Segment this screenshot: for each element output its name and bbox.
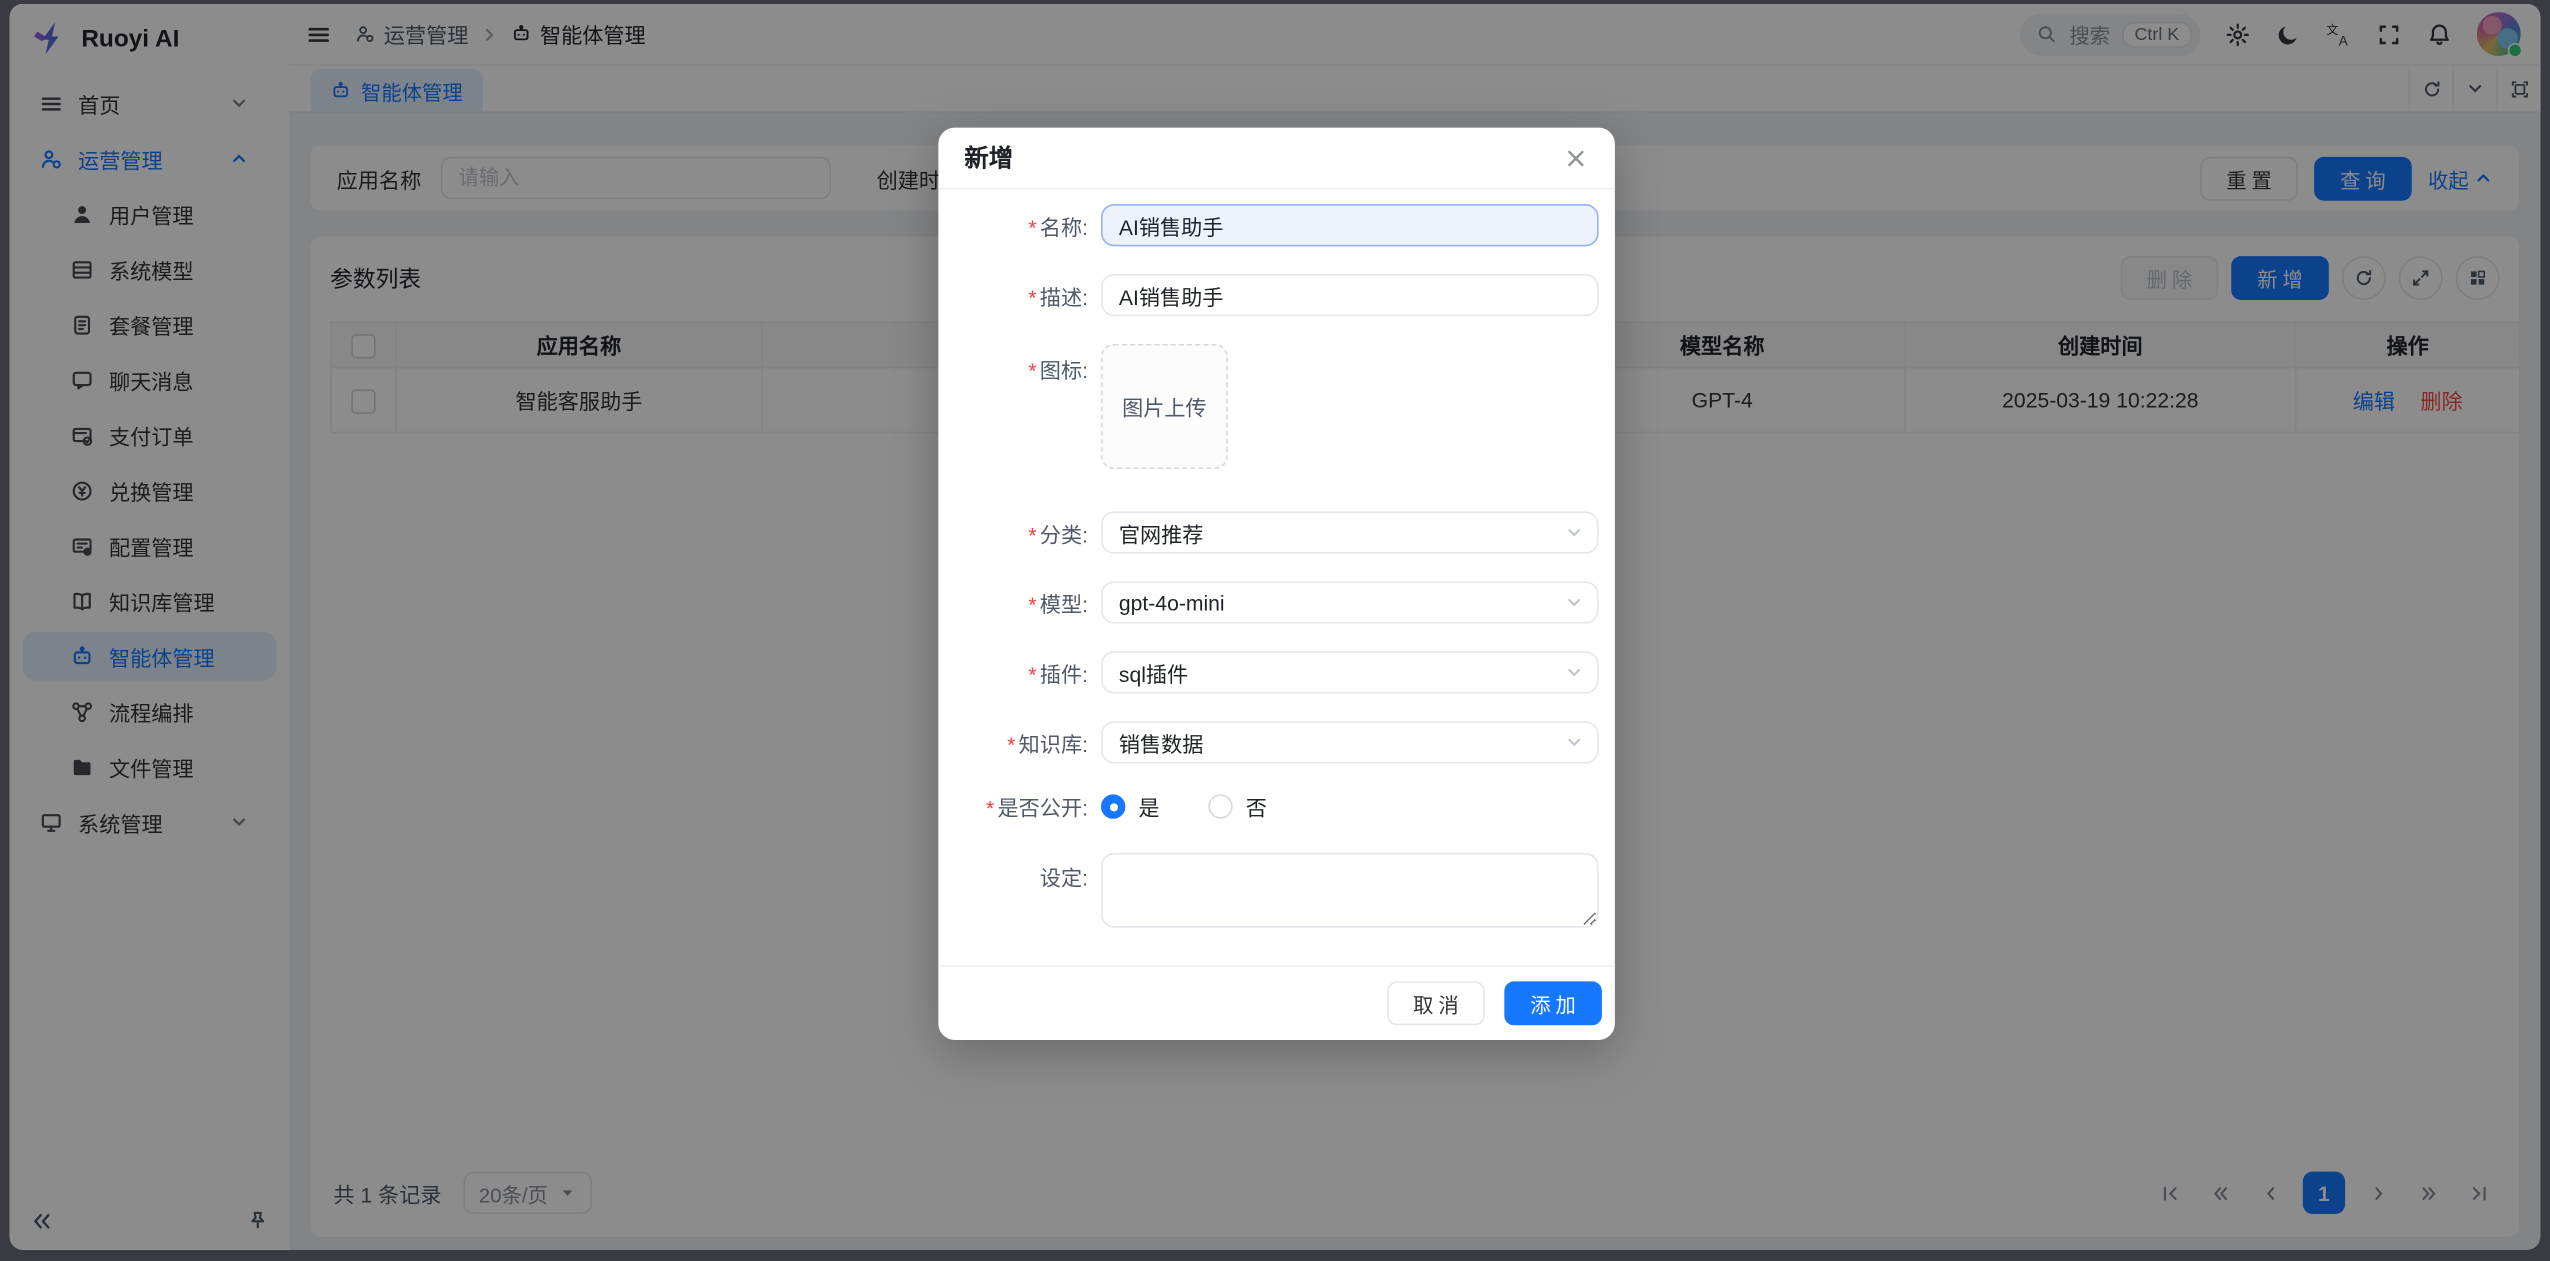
icon-field-row: *图标: 图片上传 [938,344,1598,469]
setting-textarea[interactable] [1101,853,1599,928]
chevron-down-icon [1564,523,1584,543]
cancel-button[interactable]: 取消 [1387,981,1485,1025]
dialog-body: *名称: *描述: *图标: 图片上传 *分类: 官网推荐 [938,189,1615,965]
plugin-select[interactable]: sql插件 [1101,651,1599,693]
upload-text: 图片上传 [1122,391,1207,422]
public-field-row: *是否公开: 是 否 [938,791,1598,822]
name-field-row: *名称: [938,204,1598,246]
name-input[interactable] [1101,204,1599,246]
model-select[interactable]: gpt-4o-mini [1101,581,1599,623]
image-upload-box[interactable]: 图片上传 [1101,344,1228,469]
plugin-label: 插件: [1040,662,1088,686]
chevron-down-icon [1564,733,1584,753]
close-icon[interactable] [1563,145,1589,171]
description-field-row: *描述: [938,274,1598,316]
name-label: 名称: [1040,215,1088,239]
public-yes-label: 是 [1138,791,1159,822]
plugin-field-row: *插件: sql插件 [938,651,1598,693]
chevron-down-icon [1564,663,1584,683]
knowledge-select[interactable]: 销售数据 [1101,721,1599,763]
model-field-row: *模型: gpt-4o-mini [938,581,1598,623]
model-label: 模型: [1040,592,1088,616]
page: Ruoyi AI 首页 运营管理 用户管理 系统模型 [0,4,2550,1261]
description-input[interactable] [1101,274,1599,316]
public-no-label: 否 [1246,791,1267,822]
public-no-radio[interactable] [1208,794,1232,818]
setting-field-row: 设定: [938,853,1598,936]
category-label: 分类: [1040,522,1088,546]
public-label: 是否公开: [998,796,1088,820]
chevron-down-icon [1564,593,1584,613]
dialog-title: 新增 [964,141,1013,175]
category-field-row: *分类: 官网推荐 [938,511,1598,553]
submit-add-button[interactable]: 添加 [1504,981,1602,1025]
setting-label: 设定: [1040,866,1088,890]
dialog-footer: 取消 添加 [938,965,1615,1040]
category-select[interactable]: 官网推荐 [1101,511,1599,553]
add-dialog: 新增 *名称: *描述: *图标: 图片上传 *分类: 官网推荐 [938,128,1615,1040]
knowledge-field-row: *知识库: 销售数据 [938,721,1598,763]
knowledge-label: 知识库: [1019,732,1088,756]
icon-label: 图标: [1040,359,1088,383]
public-yes-radio[interactable] [1101,794,1125,818]
description-label: 描述: [1040,285,1088,309]
app-window: Ruoyi AI 首页 运营管理 用户管理 系统模型 [10,4,2540,1250]
dialog-header: 新增 [938,128,1615,190]
